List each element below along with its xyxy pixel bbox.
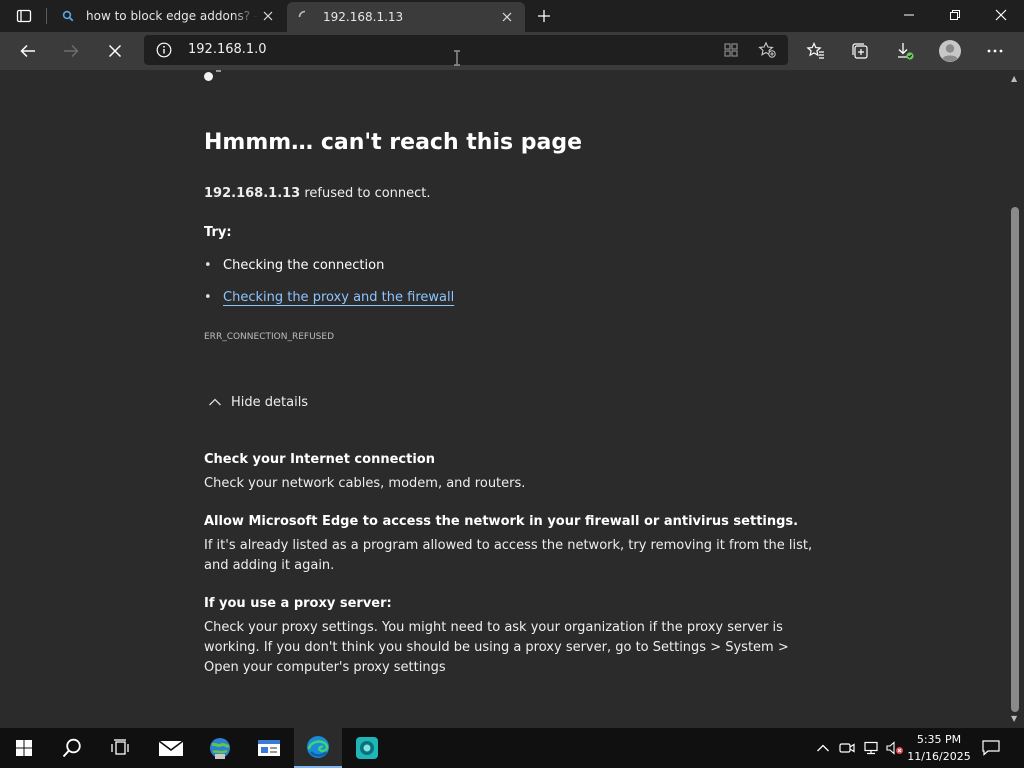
suggestion-item: • Checking the connection — [204, 258, 384, 273]
refused-message: 192.168.1.13 refused to connect. — [204, 186, 431, 201]
new-tab-icon[interactable] — [533, 5, 555, 27]
bullet-icon: • — [204, 290, 212, 305]
clock-time: 5:35 PM — [916, 733, 962, 746]
try-label: Try: — [204, 225, 232, 240]
meet-now-icon[interactable] — [836, 736, 858, 760]
title-bar: how to block edge addons? - Se 192.168.1… — [0, 0, 1024, 32]
bullet-icon: • — [204, 258, 212, 273]
details-heading: Check your Internet connection — [204, 452, 435, 467]
tab-actions-icon[interactable] — [8, 0, 40, 32]
error-code: ERR_CONNECTION_REFUSED — [204, 332, 334, 342]
taskbar: 5:35 PM 11/16/2025 — [0, 728, 1024, 768]
start-icon[interactable] — [0, 728, 48, 768]
error-illustration-fragment — [204, 72, 213, 81]
suggestion-text: Checking the connection — [223, 258, 385, 273]
favorites-icon[interactable] — [801, 36, 831, 66]
page-title: Hmmm… can't reach this page — [204, 130, 583, 155]
add-favorite-icon[interactable] — [754, 38, 780, 62]
address-url[interactable]: 192.168.1.0 — [188, 42, 267, 57]
vertical-scrollbar[interactable]: ▲ ▼ — [1006, 70, 1024, 728]
tab-active[interactable]: 192.168.1.13 — [287, 2, 525, 32]
app-available-icon[interactable] — [718, 38, 744, 62]
search-icon[interactable] — [48, 728, 96, 768]
volume-muted-icon[interactable] — [884, 736, 906, 760]
close-tab-icon[interactable] — [258, 6, 278, 26]
collections-icon[interactable] — [845, 36, 875, 66]
edge-icon[interactable] — [294, 728, 342, 768]
details-body: If it's already listed as a program allo… — [204, 538, 813, 573]
close-window-icon[interactable] — [978, 0, 1024, 30]
search-icon — [60, 8, 76, 24]
scrollbar-thumb[interactable] — [1011, 207, 1019, 712]
forward-icon[interactable] — [56, 36, 86, 66]
host-name: 192.168.1.13 — [204, 186, 301, 201]
loading-spinner-icon — [297, 9, 313, 25]
details-body: Check your proxy settings. You might nee… — [204, 620, 789, 675]
task-view-icon[interactable] — [96, 728, 144, 768]
details-body: Check your network cables, modem, and ro… — [204, 476, 526, 491]
notifications-icon[interactable] — [978, 736, 1004, 760]
app-window-icon[interactable] — [245, 728, 293, 768]
network-globe-icon[interactable] — [196, 728, 244, 768]
mail-icon[interactable] — [147, 728, 195, 768]
chevron-up-icon — [205, 392, 225, 412]
toolbar: 192.168.1.0 — [0, 32, 1024, 70]
address-bar[interactable]: 192.168.1.0 — [144, 35, 788, 65]
downloads-icon[interactable] — [890, 36, 920, 66]
refused-suffix: refused to connect. — [300, 186, 431, 201]
info-icon[interactable] — [156, 42, 172, 58]
minimize-icon[interactable] — [886, 0, 932, 30]
hide-details-label: Hide details — [231, 394, 309, 410]
teal-app-icon[interactable] — [343, 728, 391, 768]
back-icon[interactable] — [13, 36, 43, 66]
tab-separator — [46, 8, 47, 24]
chevron-up-icon[interactable] — [812, 736, 834, 760]
restore-icon[interactable] — [932, 0, 978, 30]
close-tab-icon[interactable] — [497, 7, 517, 27]
error-page: Hmmm… can't reach this page 192.168.1.13… — [0, 70, 1006, 728]
network-icon[interactable] — [860, 736, 882, 760]
details-heading: If you use a proxy server: — [204, 596, 392, 611]
error-illustration-fragment — [216, 70, 221, 72]
tab-search-result[interactable]: how to block edge addons? - Se — [50, 0, 286, 32]
details-heading: Allow Microsoft Edge to access the netwo… — [204, 514, 799, 529]
tab-title: how to block edge addons? - Se — [86, 9, 258, 23]
profile-avatar[interactable] — [935, 36, 965, 66]
stop-loading-icon[interactable] — [100, 36, 130, 66]
scroll-down-icon[interactable]: ▼ — [1011, 714, 1017, 723]
clock-date: 11/16/2025 — [907, 750, 971, 763]
proxy-firewall-link[interactable]: Checking the proxy and the firewall — [223, 290, 454, 305]
suggestion-item: • Checking the proxy and the firewall — [204, 290, 454, 305]
hide-details-button[interactable]: Hide details — [204, 392, 308, 412]
more-menu-icon[interactable] — [980, 36, 1010, 66]
text-cursor-icon — [452, 50, 462, 70]
system-clock[interactable]: 5:35 PM 11/16/2025 — [904, 731, 974, 765]
scroll-up-icon[interactable]: ▲ — [1011, 74, 1017, 83]
tab-title: 192.168.1.13 — [323, 10, 404, 24]
